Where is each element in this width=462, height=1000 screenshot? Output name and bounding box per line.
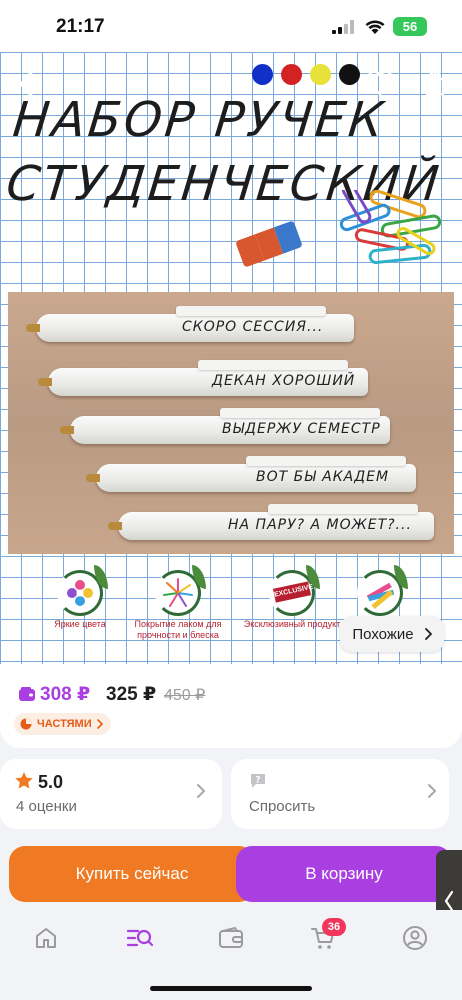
- burst-icon: [163, 578, 193, 607]
- pen-5: НА ПАРУ? А МОЖЕТ?...: [108, 504, 434, 540]
- catalog-search-icon[interactable]: [126, 926, 154, 950]
- feature-label-1: Яркие цвета: [54, 619, 106, 629]
- installments-badge[interactable]: ЧАСТЯМИ: [14, 713, 111, 735]
- price-card: 308 ₽ 325 ₽ 450 ₽ ЧАСТЯМИ: [0, 664, 462, 748]
- paperclips-illustration: [339, 190, 442, 265]
- buy-now-label: Купить сейчас: [75, 864, 189, 883]
- home-icon[interactable]: [34, 926, 58, 950]
- wallet-icon[interactable]: [218, 926, 244, 950]
- pen-label-2: ДЕКАН ХОРОШИЙ: [212, 373, 356, 389]
- status-bar: 21:17 56: [0, 0, 462, 52]
- rating-count: 4 оценки: [16, 798, 77, 815]
- wallet-price-icon: [19, 687, 35, 701]
- status-time: 21:17: [56, 16, 105, 37]
- similar-products-button[interactable]: Похожие: [340, 616, 444, 652]
- chevron-left-icon: [444, 890, 454, 912]
- pen-label-1: СКОРО СЕССИЯ...: [182, 319, 324, 335]
- color-dot-black: [339, 64, 360, 85]
- add-to-cart-button[interactable]: В корзину: [236, 846, 452, 902]
- similar-label: Похожие: [352, 625, 414, 643]
- cart-count-badge: 36: [322, 918, 346, 936]
- profile-icon[interactable]: [402, 925, 428, 951]
- color-dot-red: [281, 64, 302, 85]
- chevron-right-icon: [197, 784, 205, 798]
- cellular-signal-icon: [332, 20, 354, 34]
- ask-question-card[interactable]: ? Спросить: [231, 759, 449, 829]
- colorful-pens-icon: [366, 582, 395, 610]
- feature-bright-colors: Яркие цвета: [30, 565, 130, 630]
- color-dot-blue: [252, 64, 273, 85]
- installments-label: ЧАСТЯМИ: [37, 718, 92, 730]
- pen-label-4: ВОТ БЫ АКАДЕМ: [256, 469, 390, 485]
- price-with-wallet: 308 ₽: [40, 684, 91, 705]
- pens-photo: СКОРО СЕССИЯ... ДЕКАН ХОРОШИЙ ВЫДЕРЖУ СЕ…: [8, 292, 454, 554]
- feature-label-3: Эксклюзивный продукт: [243, 619, 341, 629]
- color-dots: [252, 64, 360, 85]
- chevron-right-icon: [96, 719, 103, 729]
- title-line-1: НАБОР РУЧЕК: [10, 92, 389, 148]
- pen-label-5: НА ПАРУ? А МОЖЕТ?...: [228, 517, 412, 533]
- color-dot-yellow: [310, 64, 331, 85]
- feature-colorful-pens: [330, 565, 430, 616]
- product-image[interactable]: НАБОР РУЧЕК СТУДЕНЧЕСКИЙ СКОРО СЕССИЯ...…: [0, 52, 462, 664]
- pie-chart-icon: [20, 718, 32, 730]
- ask-label: Спросить: [249, 798, 316, 815]
- add-to-cart-label: В корзину: [305, 864, 383, 883]
- rating-card[interactable]: 5.0 4 оценки: [0, 759, 222, 829]
- exclusive-badge-icon: EXCLUSIVE: [272, 581, 314, 603]
- pen-1: СКОРО СЕССИЯ...: [26, 306, 354, 342]
- eraser-illustration: [235, 220, 303, 268]
- price-old: 450 ₽: [164, 687, 206, 704]
- feature-lacquer: Покрытие лаком для прочности и блеска: [128, 565, 228, 641]
- question-bubble-icon: ?: [251, 774, 265, 788]
- price-regular: 325 ₽: [106, 684, 157, 705]
- wifi-icon: [365, 20, 385, 34]
- feature-exclusive: EXCLUSIVE Эксклюзивный продукт: [242, 565, 342, 630]
- pen-4: ВОТ БЫ АКАДЕМ: [86, 456, 416, 492]
- home-indicator: [150, 986, 312, 991]
- chevron-right-icon: [428, 784, 436, 798]
- feature-label-2: Покрытие лаком для прочности и блеска: [134, 619, 222, 640]
- battery-indicator: 56: [393, 17, 427, 36]
- pen-3: ВЫДЕРЖУ СЕМЕСТР: [60, 408, 390, 444]
- rating-score: 5.0: [38, 772, 64, 792]
- star-icon: [15, 772, 33, 789]
- pen-2: ДЕКАН ХОРОШИЙ: [38, 360, 368, 396]
- pen-label-3: ВЫДЕРЖУ СЕМЕСТР: [222, 421, 381, 437]
- buy-now-button[interactable]: Купить сейчас: [9, 846, 255, 902]
- flower-icon: [67, 580, 93, 606]
- chevron-right-icon: [424, 628, 432, 640]
- svg-text:?: ?: [255, 776, 260, 786]
- exclusive-badge-text: EXCLUSIVE: [273, 583, 314, 599]
